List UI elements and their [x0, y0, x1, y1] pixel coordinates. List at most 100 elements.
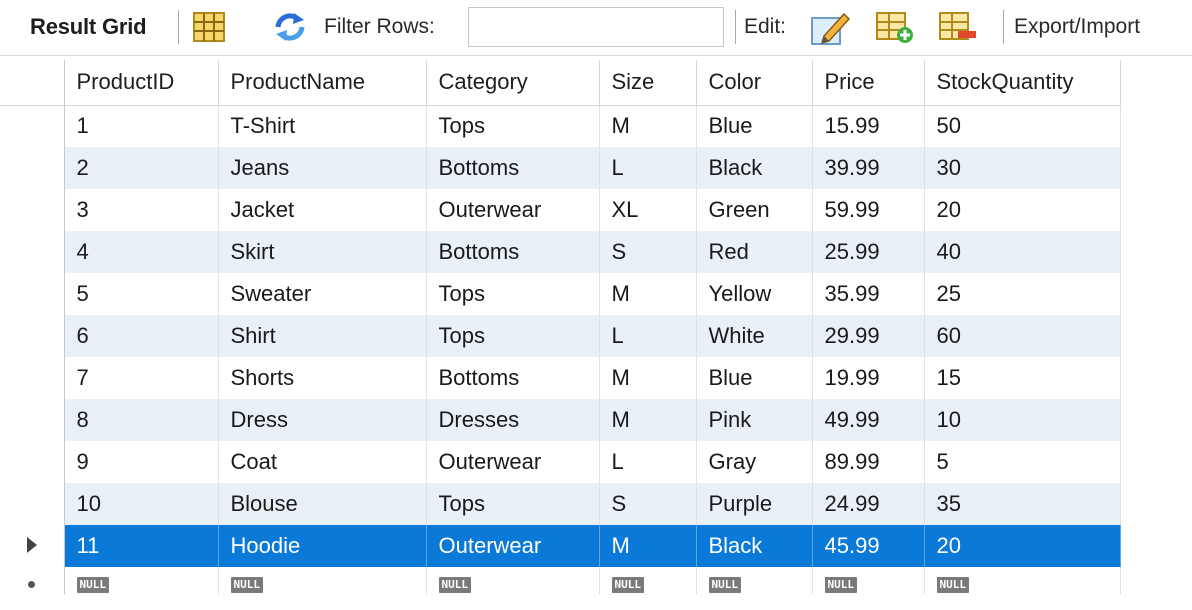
table-cell[interactable]: S — [599, 483, 697, 525]
table-row[interactable]: 5 Sweater Tops M Yellow 35.99 25 — [0, 273, 1121, 315]
table-cell[interactable]: 39.99 — [812, 147, 925, 189]
row-header[interactable] — [0, 567, 65, 594]
table-cell[interactable]: Gray — [696, 441, 813, 483]
table-cell[interactable]: NULL — [812, 567, 925, 594]
table-cell[interactable]: 29.99 — [812, 315, 925, 357]
table-cell[interactable]: T-Shirt — [218, 105, 427, 147]
table-row[interactable]: 6 Shirt Tops L White 29.99 60 — [0, 315, 1121, 357]
table-cell[interactable]: 9 — [64, 441, 219, 483]
row-header[interactable] — [0, 315, 65, 357]
grid-layout-icon[interactable] — [192, 11, 226, 48]
table-cell[interactable]: Blouse — [218, 483, 427, 525]
table-cell[interactable]: Skirt — [218, 231, 427, 273]
row-header[interactable] — [0, 189, 65, 231]
table-cell[interactable]: 35 — [924, 483, 1121, 525]
table-cell[interactable]: 1 — [64, 105, 219, 147]
table-cell[interactable]: Dresses — [426, 399, 600, 441]
table-cell[interactable]: Shirt — [218, 315, 427, 357]
table-cell[interactable]: NULL — [218, 567, 427, 594]
table-cell[interactable]: M — [599, 525, 697, 567]
table-cell[interactable]: Sweater — [218, 273, 427, 315]
table-cell[interactable]: L — [599, 147, 697, 189]
column-header[interactable]: Color — [696, 60, 813, 106]
column-header[interactable]: Category — [426, 60, 600, 106]
table-cell[interactable]: 59.99 — [812, 189, 925, 231]
row-header[interactable] — [0, 273, 65, 315]
table-cell[interactable]: 4 — [64, 231, 219, 273]
row-header[interactable] — [0, 357, 65, 399]
table-cell[interactable]: NULL — [599, 567, 697, 594]
table-cell[interactable]: 20 — [924, 189, 1121, 231]
table-cell[interactable]: 10 — [924, 399, 1121, 441]
table-row[interactable]: 8 Dress Dresses M Pink 49.99 10 — [0, 399, 1121, 441]
row-header[interactable] — [0, 525, 65, 567]
table-cell[interactable]: NULL — [924, 567, 1121, 594]
table-cell[interactable]: M — [599, 105, 697, 147]
table-cell[interactable]: L — [599, 441, 697, 483]
new-row[interactable]: NULL NULL NULL NULL NULL NULL NULL — [0, 567, 1121, 594]
table-cell[interactable]: S — [599, 231, 697, 273]
table-cell[interactable]: 30 — [924, 147, 1121, 189]
row-header[interactable] — [0, 105, 65, 147]
table-cell[interactable]: Tops — [426, 105, 600, 147]
table-cell[interactable]: Tops — [426, 273, 600, 315]
table-cell[interactable]: Hoodie — [218, 525, 427, 567]
table-cell[interactable]: 24.99 — [812, 483, 925, 525]
table-cell[interactable]: 11 — [64, 525, 219, 567]
delete-row-icon[interactable] — [938, 11, 978, 50]
table-cell[interactable]: 2 — [64, 147, 219, 189]
table-cell[interactable]: 8 — [64, 399, 219, 441]
column-header[interactable]: StockQuantity — [924, 60, 1121, 106]
table-cell[interactable]: Blue — [696, 105, 813, 147]
table-cell[interactable]: 35.99 — [812, 273, 925, 315]
row-header[interactable] — [0, 147, 65, 189]
table-cell[interactable]: 6 — [64, 315, 219, 357]
table-cell[interactable]: Blue — [696, 357, 813, 399]
table-cell[interactable]: Dress — [218, 399, 427, 441]
table-cell[interactable]: Outerwear — [426, 189, 600, 231]
table-row[interactable]: 2 Jeans Bottoms L Black 39.99 30 — [0, 147, 1121, 189]
table-cell[interactable]: Pink — [696, 399, 813, 441]
table-cell[interactable]: 49.99 — [812, 399, 925, 441]
table-cell[interactable]: Purple — [696, 483, 813, 525]
table-cell[interactable]: Shorts — [218, 357, 427, 399]
column-header[interactable]: Price — [812, 60, 925, 106]
table-row[interactable]: 7 Shorts Bottoms M Blue 19.99 15 — [0, 357, 1121, 399]
table-cell[interactable]: 40 — [924, 231, 1121, 273]
table-cell[interactable]: 50 — [924, 105, 1121, 147]
row-header[interactable] — [0, 441, 65, 483]
table-cell[interactable]: Coat — [218, 441, 427, 483]
table-cell[interactable]: M — [599, 357, 697, 399]
export-import-label[interactable]: Export/Import — [1014, 15, 1140, 39]
table-cell[interactable]: Bottoms — [426, 357, 600, 399]
table-cell[interactable]: 89.99 — [812, 441, 925, 483]
result-grid-title[interactable]: Result Grid — [30, 14, 147, 40]
table-cell[interactable]: NULL — [426, 567, 600, 594]
table-cell[interactable]: White — [696, 315, 813, 357]
table-row[interactable]: 11 Hoodie Outerwear M Black 45.99 20 — [0, 525, 1121, 567]
table-cell[interactable]: 15 — [924, 357, 1121, 399]
column-header[interactable]: ProductName — [218, 60, 427, 106]
row-header[interactable] — [0, 231, 65, 273]
row-header[interactable] — [0, 483, 65, 525]
table-row[interactable]: 9 Coat Outerwear L Gray 89.99 5 — [0, 441, 1121, 483]
table-cell[interactable]: Yellow — [696, 273, 813, 315]
table-cell[interactable]: 19.99 — [812, 357, 925, 399]
table-cell[interactable]: NULL — [696, 567, 813, 594]
table-row[interactable]: 4 Skirt Bottoms S Red 25.99 40 — [0, 231, 1121, 273]
table-cell[interactable]: M — [599, 399, 697, 441]
table-cell[interactable]: 7 — [64, 357, 219, 399]
table-cell[interactable]: XL — [599, 189, 697, 231]
table-row[interactable]: 3 Jacket Outerwear XL Green 59.99 20 — [0, 189, 1121, 231]
table-cell[interactable]: NULL — [64, 567, 219, 594]
table-cell[interactable]: 5 — [924, 441, 1121, 483]
table-cell[interactable]: Red — [696, 231, 813, 273]
table-cell[interactable]: 45.99 — [812, 525, 925, 567]
table-cell[interactable]: 20 — [924, 525, 1121, 567]
table-cell[interactable]: Black — [696, 147, 813, 189]
refresh-icon[interactable] — [272, 11, 308, 48]
table-cell[interactable]: 25 — [924, 273, 1121, 315]
table-cell[interactable]: Outerwear — [426, 441, 600, 483]
table-cell[interactable]: M — [599, 273, 697, 315]
edit-cell-icon[interactable] — [810, 10, 851, 51]
